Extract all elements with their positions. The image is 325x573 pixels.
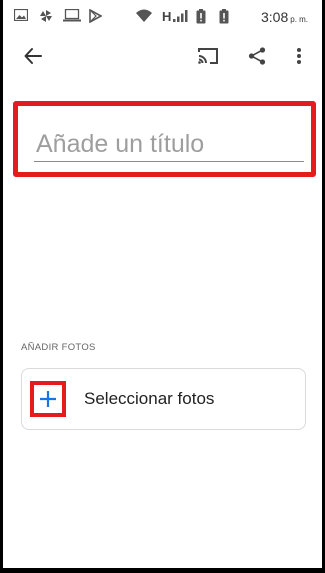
gallery-icon bbox=[14, 9, 28, 21]
pinwheel-icon bbox=[40, 10, 52, 22]
select-photos-button[interactable]: Seleccionar fotos bbox=[21, 368, 306, 430]
plus-icon bbox=[40, 391, 56, 407]
network-type-label: H bbox=[162, 9, 172, 24]
laptop-icon bbox=[63, 9, 81, 22]
more-options-button[interactable] bbox=[285, 42, 313, 70]
cast-icon bbox=[198, 48, 218, 64]
more-vert-icon bbox=[297, 48, 301, 64]
add-photos-section-label: AÑADIR FOTOS bbox=[21, 342, 96, 353]
signal-icon bbox=[173, 10, 188, 22]
share-icon bbox=[248, 47, 266, 65]
screen: H 3:08 p. m. Añade un título AÑADIR FOTO… bbox=[3, 0, 322, 568]
status-time: 3:08 p. m. bbox=[261, 9, 308, 25]
plus-highlight-box bbox=[30, 381, 66, 417]
status-time-value: 3:08 bbox=[261, 9, 289, 25]
status-ampm: p. m. bbox=[290, 15, 309, 24]
battery-alert-icon bbox=[196, 9, 206, 24]
status-bar: H 3:08 p. m. bbox=[3, 0, 322, 34]
play-store-icon bbox=[89, 9, 102, 23]
battery-alert-icon-2 bbox=[219, 9, 229, 24]
title-highlight-box bbox=[13, 101, 316, 177]
back-button[interactable] bbox=[19, 42, 47, 70]
select-photos-label: Seleccionar fotos bbox=[84, 389, 215, 408]
toolbar bbox=[3, 34, 322, 78]
arrow-back-icon bbox=[24, 48, 42, 64]
title-input[interactable] bbox=[34, 127, 304, 162]
wifi-icon bbox=[136, 9, 152, 22]
share-button[interactable] bbox=[243, 42, 271, 70]
cast-button[interactable] bbox=[194, 42, 222, 70]
